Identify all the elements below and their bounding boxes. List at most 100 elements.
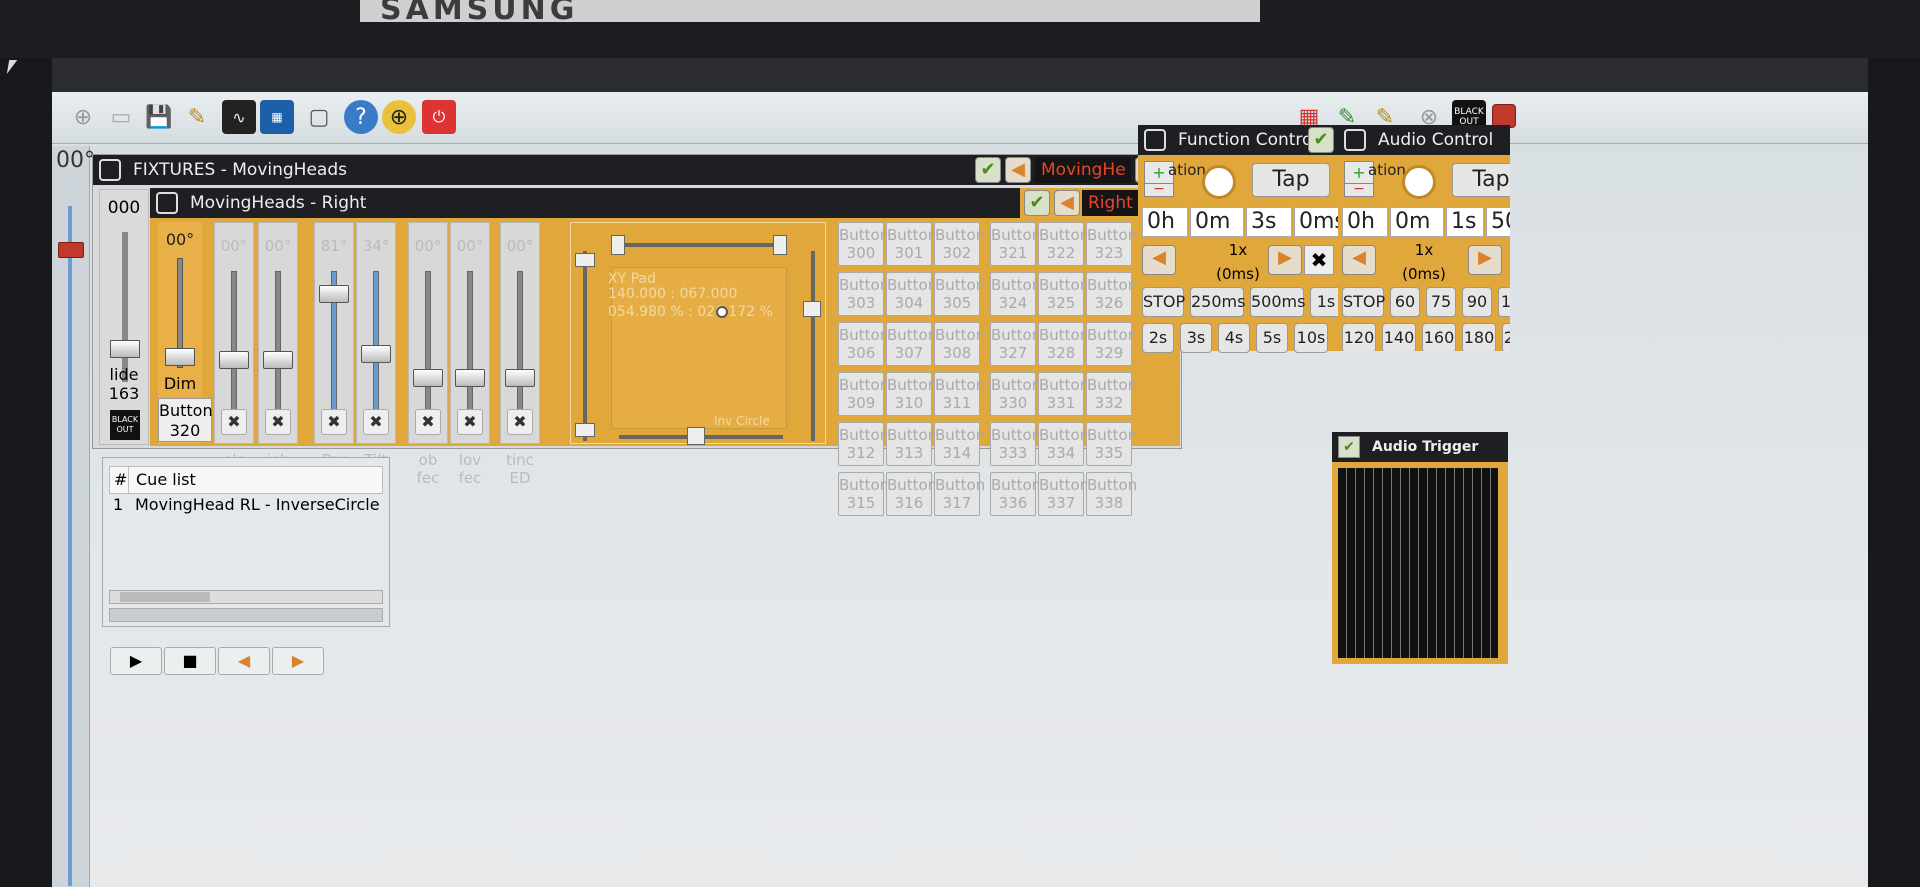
- fader-handle[interactable]: [219, 351, 249, 369]
- cue-button[interactable]: Button 308: [934, 322, 985, 366]
- frame-menu-icon[interactable]: [99, 159, 121, 181]
- cue-button[interactable]: Button 300: [838, 222, 889, 266]
- xy-pad-horizontal-track[interactable]: [619, 243, 783, 247]
- cue-button[interactable]: Button 309: [838, 372, 889, 416]
- xy-pad-vtop-handle[interactable]: [575, 253, 595, 267]
- cue-button[interactable]: Button 334: [1038, 422, 1089, 466]
- new-icon[interactable]: ⊕: [66, 100, 100, 134]
- speed-preset-button[interactable]: STOP: [1142, 287, 1185, 317]
- speed-preset-button[interactable]: 75: [1426, 287, 1456, 317]
- cue-button[interactable]: Button 313: [886, 422, 937, 466]
- fullscreen-icon[interactable]: ▢: [302, 100, 336, 134]
- speed-preset-button[interactable]: 10s: [1294, 323, 1328, 353]
- cue-button[interactable]: Button 321: [990, 222, 1041, 266]
- time-field[interactable]: 0m: [1390, 207, 1444, 237]
- dimmer-button[interactable]: Button 320: [158, 398, 213, 442]
- cue-button[interactable]: Button 323: [1086, 222, 1137, 266]
- fader-track[interactable]: [467, 271, 473, 411]
- fader-reset-icon[interactable]: ✖: [507, 409, 533, 435]
- cue-button[interactable]: Button 330: [990, 372, 1041, 416]
- cue-button[interactable]: Button 312: [838, 422, 889, 466]
- enable-check-icon[interactable]: ✔: [975, 157, 1001, 183]
- xy-pad-hright-handle[interactable]: [773, 235, 787, 255]
- fader-reset-icon[interactable]: ✖: [221, 409, 247, 435]
- master-fader-track[interactable]: [122, 232, 128, 382]
- fader-track[interactable]: [275, 271, 281, 411]
- fader-reset-icon[interactable]: ✖: [415, 409, 441, 435]
- cue-list-scrollbar[interactable]: [109, 590, 383, 604]
- fader-reset-icon[interactable]: ✖: [457, 409, 483, 435]
- fader-reset-icon[interactable]: ✖: [363, 409, 389, 435]
- fader-track[interactable]: [425, 271, 431, 411]
- fader-handle[interactable]: [319, 285, 349, 303]
- tap-button[interactable]: Tap: [1452, 163, 1510, 197]
- cue-button[interactable]: Button 302: [934, 222, 985, 266]
- remove-icon[interactable]: −: [1144, 182, 1174, 197]
- speed-preset-button[interactable]: 3s: [1180, 323, 1212, 353]
- cue-button[interactable]: Button 329: [1086, 322, 1137, 366]
- scrollbar-thumb[interactable]: [120, 592, 210, 602]
- save-icon[interactable]: 💾: [142, 100, 176, 134]
- cue-button[interactable]: Button 331: [1038, 372, 1089, 416]
- open-icon[interactable]: ▭: [104, 100, 138, 134]
- speed-preset-button[interactable]: 4s: [1218, 323, 1250, 353]
- xy-pad-hleft-handle[interactable]: [611, 235, 625, 255]
- speed-preset-button[interactable]: 200: [1502, 323, 1510, 351]
- time-field[interactable]: 0h: [1342, 207, 1388, 237]
- speed-dial-icon[interactable]: [1402, 165, 1436, 199]
- grand-master-track[interactable]: [68, 206, 72, 886]
- edit-mode-icon[interactable]: ✎: [180, 100, 214, 134]
- speed-preset-button[interactable]: 180: [1462, 323, 1496, 351]
- cue-button[interactable]: Button 327: [990, 322, 1041, 366]
- fader-handle[interactable]: [263, 351, 293, 369]
- xy-pad-vbottom-handle[interactable]: [575, 423, 595, 437]
- master-fader-handle[interactable]: [110, 340, 140, 358]
- fader-blackout-button[interactable]: BLACK OUT: [110, 410, 140, 440]
- fader-handle[interactable]: [413, 369, 443, 387]
- stop-button[interactable]: ■: [164, 647, 216, 675]
- previous-cue-button[interactable]: ◀: [218, 647, 270, 675]
- xy-pad-right-track[interactable]: [811, 251, 815, 441]
- list-item[interactable]: 1 MovingHead RL - InverseCircle: [109, 494, 383, 516]
- cue-button[interactable]: Button 335: [1086, 422, 1137, 466]
- time-field[interactable]: 0ms: [1294, 207, 1346, 237]
- fader-track[interactable]: [373, 271, 379, 411]
- xy-pad-area[interactable]: XY Pad 140.000 : 067.000 054.980 % : 026…: [608, 267, 787, 429]
- cue-button[interactable]: Button 337: [1038, 472, 1089, 516]
- enable-check-icon[interactable]: ✔: [1308, 127, 1334, 153]
- cue-button[interactable]: Button 338: [1086, 472, 1137, 516]
- cue-button[interactable]: Button 314: [934, 422, 985, 466]
- xy-pad-right-handle[interactable]: [803, 301, 821, 317]
- speed-preset-button[interactable]: 160: [1422, 323, 1456, 351]
- cue-button[interactable]: Button 326: [1086, 272, 1137, 316]
- speed-preset-button[interactable]: 2s: [1142, 323, 1174, 353]
- enable-check-icon[interactable]: ✔: [1024, 190, 1050, 216]
- speed-dial-icon[interactable]: [1202, 165, 1236, 199]
- fader-handle[interactable]: [455, 369, 485, 387]
- fader-track[interactable]: [517, 271, 523, 411]
- cue-button[interactable]: Button 306: [838, 322, 889, 366]
- cue-button[interactable]: Button 325: [1038, 272, 1089, 316]
- help-icon[interactable]: ?: [344, 100, 378, 134]
- xy-pad-point-icon[interactable]: [716, 306, 728, 318]
- speed-preset-button[interactable]: 90: [1462, 287, 1492, 317]
- cue-button[interactable]: Button 333: [990, 422, 1041, 466]
- xy-pad-bottom-handle[interactable]: [687, 427, 705, 445]
- power-icon[interactable]: ⏻: [422, 100, 456, 134]
- dimmer-handle[interactable]: [165, 348, 195, 366]
- speed-preset-button[interactable]: 120: [1342, 323, 1376, 351]
- frame-menu-icon[interactable]: [1144, 129, 1166, 151]
- tap-button[interactable]: Tap: [1252, 163, 1330, 197]
- previous-page-button[interactable]: ◀: [1054, 190, 1080, 216]
- live-icon[interactable]: ▦: [260, 100, 294, 134]
- fader-reset-icon[interactable]: ✖: [321, 409, 347, 435]
- cue-button[interactable]: Button 322: [1038, 222, 1089, 266]
- cue-button[interactable]: Button 305: [934, 272, 985, 316]
- time-field[interactable]: 1s: [1446, 207, 1484, 237]
- speed-preset-button[interactable]: 10: [1498, 287, 1510, 317]
- next-cue-button[interactable]: ▶: [272, 647, 324, 675]
- speed-preset-button[interactable]: 140: [1382, 323, 1416, 351]
- cue-button[interactable]: Button 311: [934, 372, 985, 416]
- fader-reset-icon[interactable]: ✖: [265, 409, 291, 435]
- remove-icon[interactable]: −: [1344, 182, 1374, 197]
